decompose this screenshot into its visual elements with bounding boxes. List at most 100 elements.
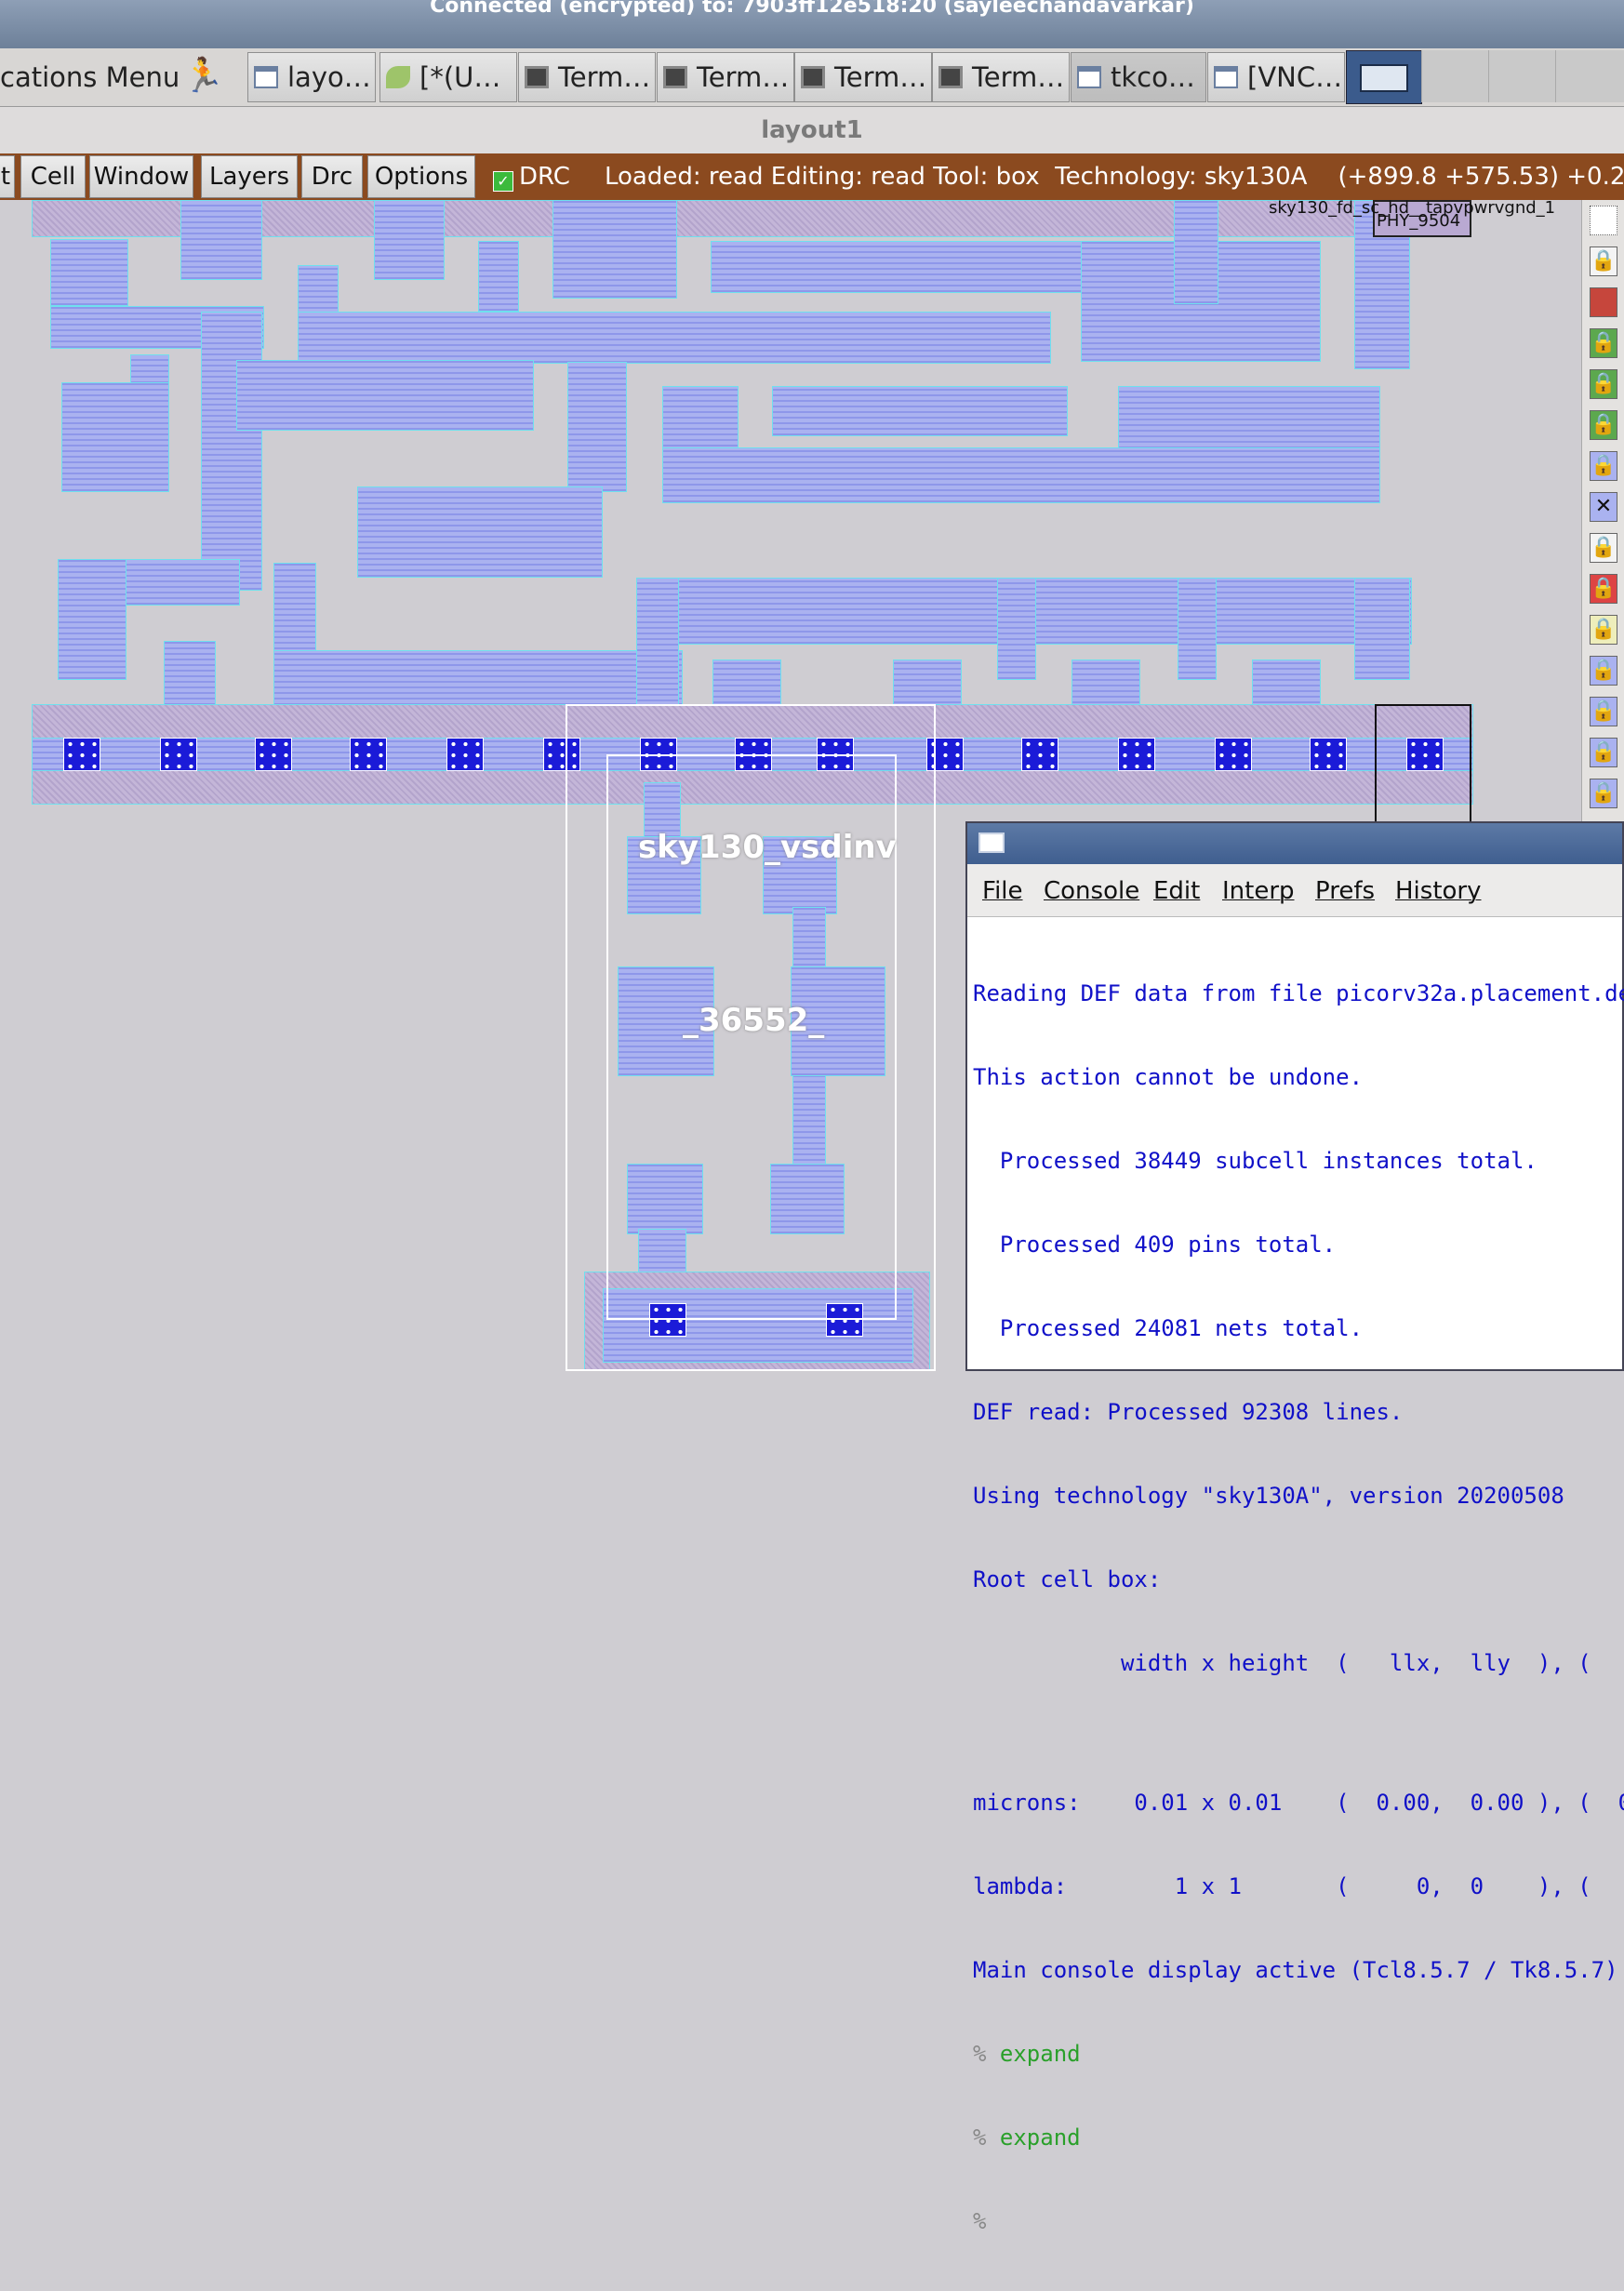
drc-toggle[interactable]: ✓ DRC: [480, 155, 573, 198]
task-button-layout[interactable]: layo…: [247, 52, 376, 102]
phy-cell-label: PHY_9504: [1377, 211, 1461, 231]
lock-icon[interactable]: 🔒: [1590, 779, 1617, 808]
terminal-icon: [663, 66, 687, 88]
task-label: layo…: [287, 61, 371, 93]
lock-icon[interactable]: 🔒: [1590, 369, 1617, 399]
cell-name-label: sky130_vsdinv: [638, 829, 897, 866]
vnc-connection-title: Connected (encrypted) to: 7903ff12e518:2…: [0, 0, 1624, 48]
console-line: width x height ( llx, lly ), ( u: [973, 1650, 1624, 1676]
console-menu-interp[interactable]: Interp: [1222, 877, 1295, 905]
menu-window[interactable]: Window: [89, 155, 193, 198]
taskbar: cations Menu 🏃 layo… [*(U… Term… Term… T…: [0, 48, 1624, 107]
metal-shape: [997, 578, 1036, 680]
task-button-vnc[interactable]: [VNC…: [1207, 52, 1345, 102]
task-button-terminal-1[interactable]: Term…: [518, 52, 656, 102]
task-label: [VNC…: [1247, 61, 1343, 93]
workspace-window-thumbnail: [1360, 64, 1408, 92]
terminal-icon: [525, 66, 549, 88]
metal-shape: [130, 354, 169, 384]
running-man-icon[interactable]: 🏃: [182, 56, 224, 95]
task-button-tkcon[interactable]: tkco…: [1071, 52, 1206, 102]
metal-shape: [180, 200, 262, 280]
menu-cell[interactable]: Cell: [20, 155, 86, 198]
via-contact: [160, 738, 197, 771]
menu-drc[interactable]: Drc: [301, 155, 363, 198]
metal-shape: [374, 200, 445, 280]
menu-layout[interactable]: t: [0, 155, 15, 198]
console-line: Processed 38449 subcell instances total.: [973, 1148, 1537, 1174]
prompt-symbol: %: [973, 2208, 987, 2234]
console-line: Processed 24081 nets total.: [973, 1315, 1364, 1341]
console-menu-prefs[interactable]: Prefs: [1315, 877, 1375, 905]
window-icon: [254, 66, 278, 88]
metal-shape: [298, 312, 1051, 364]
task-label: tkco…: [1111, 61, 1195, 93]
lock-icon[interactable]: 🔒: [1590, 410, 1617, 440]
drc-label: DRC: [519, 163, 570, 191]
console-line: Main console display active (Tcl8.5.7 / …: [973, 1957, 1618, 1983]
console-output[interactable]: Reading DEF data from file picorv32a.pla…: [973, 924, 1624, 2291]
menu-options[interactable]: Options: [367, 155, 475, 198]
window-menu-icon[interactable]: [978, 832, 1005, 853]
window-icon: [1077, 66, 1101, 88]
console-menubar: File Console Edit Interp Prefs History: [967, 864, 1622, 917]
checkmark-icon: ✓: [493, 171, 513, 192]
terminal-icon: [938, 66, 963, 88]
status-line: Loaded: read Editing: read Tool: box Tec…: [605, 163, 1624, 191]
metal-shape: [58, 559, 126, 680]
window-title: layout1: [0, 107, 1624, 153]
workspace-pager-3[interactable]: [1488, 50, 1556, 102]
console-titlebar[interactable]: [967, 823, 1622, 864]
metal-shape: [662, 447, 1380, 503]
metal-shape: [357, 486, 603, 578]
metal-shape: [50, 239, 128, 306]
console-input-line[interactable]: %: [973, 2207, 1624, 2235]
grid-icon[interactable]: [1590, 206, 1617, 235]
lock-icon[interactable]: 🔒: [1590, 697, 1617, 726]
task-label: Term…: [558, 61, 651, 93]
console-line: DEF read: Processed 92308 lines.: [973, 1399, 1404, 1425]
console-menu-console[interactable]: Console: [1044, 877, 1139, 905]
task-button-terminal-3[interactable]: Term…: [794, 52, 932, 102]
metal-shape: [236, 360, 534, 431]
metal-shape: [567, 362, 627, 492]
lock-icon[interactable]: 🔒: [1590, 656, 1617, 686]
via-contact: [1021, 738, 1058, 771]
via-contact: [1215, 738, 1252, 771]
workspace-pager-4[interactable]: [1555, 50, 1624, 102]
task-button-unsaved[interactable]: [*(U…: [379, 52, 517, 102]
console-command: expand: [999, 2125, 1081, 2151]
metal-shape: [1354, 578, 1410, 680]
tkcon-console-window[interactable]: File Console Edit Interp Prefs History R…: [965, 821, 1624, 2234]
cross-box-icon[interactable]: ✕: [1590, 492, 1617, 522]
via-contact: [1310, 738, 1347, 771]
console-menu-file[interactable]: File: [982, 877, 1023, 905]
workspace-pager-2[interactable]: [1421, 50, 1489, 102]
console-menu-history[interactable]: History: [1395, 877, 1482, 905]
lock-icon[interactable]: 🔒: [1590, 246, 1617, 276]
menu-layers[interactable]: Layers: [201, 155, 298, 198]
instance-name-label: _36552_: [683, 1002, 825, 1039]
console-menu-edit[interactable]: Edit: [1153, 877, 1200, 905]
lock-icon[interactable]: 🔒: [1590, 328, 1617, 358]
metal-shape: [201, 312, 262, 591]
console-line: Root cell box:: [973, 1566, 1162, 1592]
layer-swatch-icon[interactable]: [1590, 287, 1617, 317]
metal-shape: [61, 382, 169, 492]
lock-icon[interactable]: 🔒: [1590, 574, 1617, 604]
prompt-symbol: %: [973, 2041, 987, 2067]
workspace-pager-active[interactable]: [1346, 50, 1422, 104]
console-line: Reading DEF data from file picorv32a.pla…: [973, 980, 1624, 1006]
metal-shape: [478, 241, 519, 312]
metal-shape: [711, 241, 1144, 293]
lock-icon[interactable]: 🔒: [1590, 738, 1617, 767]
lock-icon[interactable]: 🔒: [1590, 451, 1617, 481]
metal-shape: [772, 386, 1068, 436]
lock-icon[interactable]: 🔒: [1590, 615, 1617, 645]
window-icon: [1214, 66, 1238, 88]
task-button-terminal-2[interactable]: Term…: [657, 52, 794, 102]
console-command-line: % expand: [973, 2040, 1624, 2068]
lock-icon[interactable]: 🔒: [1590, 533, 1617, 563]
task-button-terminal-4[interactable]: Term…: [932, 52, 1070, 102]
console-line: This action cannot be undone.: [973, 1064, 1364, 1090]
